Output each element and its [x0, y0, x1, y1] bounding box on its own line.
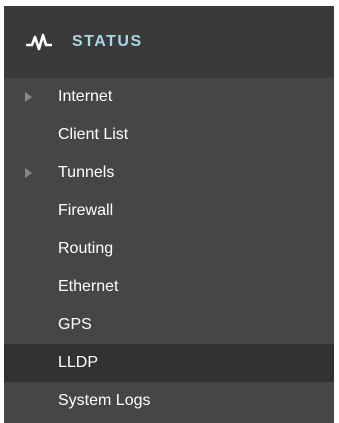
menu-item-gps[interactable]: GPS — [4, 306, 334, 344]
menu-item-ethernet[interactable]: Ethernet — [4, 268, 334, 306]
status-header[interactable]: STATUS — [4, 6, 334, 78]
menu-item-client-list[interactable]: Client List — [4, 116, 334, 154]
menu-item-label: Internet — [58, 88, 113, 105]
expand-arrow-icon[interactable] — [25, 92, 32, 102]
menu-item-internet[interactable]: Internet — [4, 78, 334, 116]
menu-item-label: Routing — [58, 240, 114, 257]
menu-item-lldp[interactable]: LLDP — [4, 344, 334, 382]
expand-arrow-icon[interactable] — [25, 168, 32, 178]
menu-item-label: Tunnels — [58, 164, 115, 181]
menu-item-label: Client List — [58, 126, 129, 143]
menu-item-firewall[interactable]: Firewall — [4, 192, 334, 230]
menu-item-label: System Logs — [58, 392, 151, 409]
menu-item-routing[interactable]: Routing — [4, 230, 334, 268]
section-title: STATUS — [72, 33, 143, 50]
menu-item-label: Firewall — [58, 202, 114, 219]
menu-item-label: Ethernet — [58, 278, 119, 295]
status-submenu: Internet Client List Tunnels Firewall Ro… — [4, 78, 334, 420]
menu-item-tunnels[interactable]: Tunnels — [4, 154, 334, 192]
status-menu: STATUS Internet Client List Tunnels Fire… — [4, 6, 334, 423]
pulse-icon — [26, 33, 52, 51]
menu-item-label: LLDP — [58, 354, 99, 371]
menu-item-label: GPS — [58, 316, 92, 333]
menu-item-system-logs[interactable]: System Logs — [4, 382, 334, 420]
